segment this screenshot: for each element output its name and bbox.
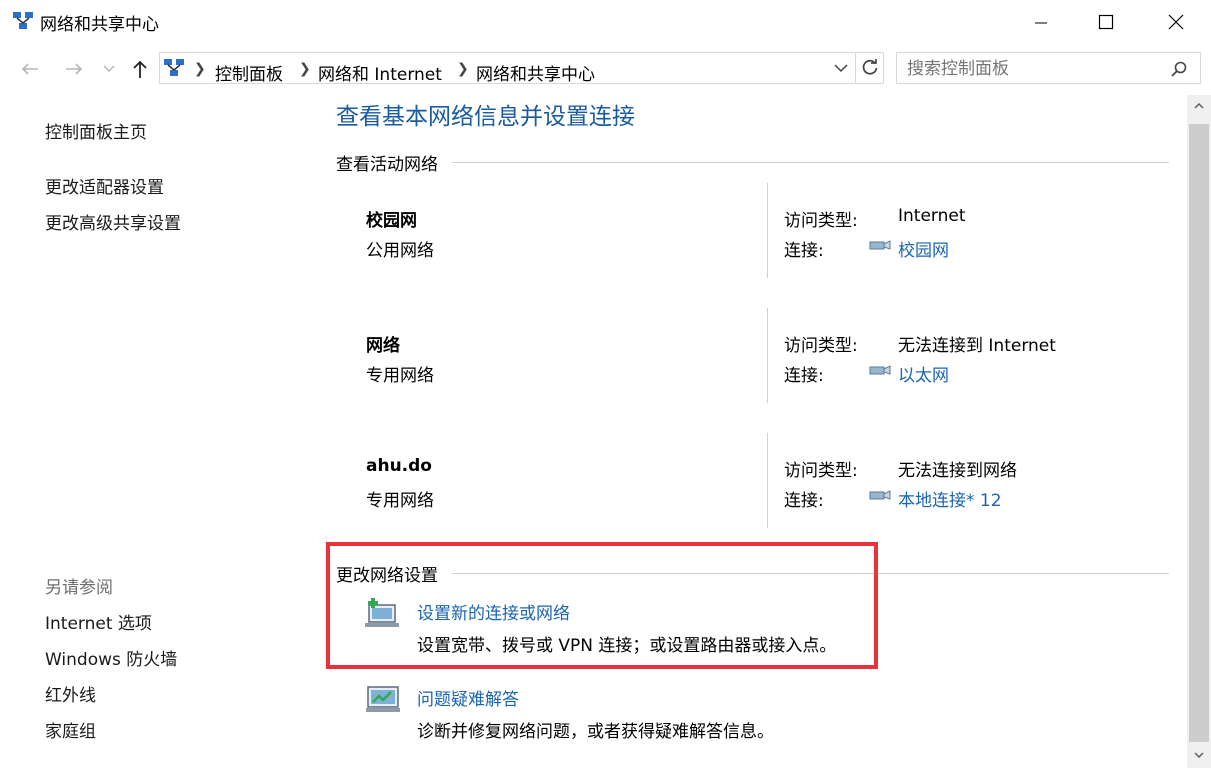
connection-link[interactable]: 本地连接* 12: [898, 486, 1002, 511]
breadcrumb-network-sharing-center[interactable]: 网络和共享中心: [476, 60, 595, 85]
sidebar-link-homegroup[interactable]: 家庭组: [45, 717, 96, 742]
network-name: 网络: [366, 336, 400, 356]
scroll-up-button[interactable]: [1187, 95, 1211, 117]
network-category: 公用网络: [366, 241, 434, 261]
sidebar-link-internet-options[interactable]: Internet 选项: [45, 609, 152, 634]
minimize-button[interactable]: [1006, 0, 1076, 44]
network-center-icon: [13, 12, 33, 29]
recent-dropdown-button[interactable]: [100, 56, 118, 82]
address-bar[interactable]: ❯ 控制面板 ❯ 网络和 Internet ❯ 网络和共享中心: [159, 52, 884, 85]
access-type-value: 无法连接到网络: [898, 461, 1017, 481]
maximize-button[interactable]: [1071, 0, 1141, 44]
breadcrumb-separator[interactable]: ❯: [194, 61, 206, 77]
sidebar-link-adapter-settings[interactable]: 更改适配器设置: [45, 173, 164, 198]
close-button[interactable]: [1141, 0, 1211, 44]
arrow-right-icon: [66, 63, 83, 75]
access-type-label: 访问类型:: [784, 211, 858, 231]
sidebar-link-advanced-sharing[interactable]: 更改高级共享设置: [45, 209, 181, 234]
search-input[interactable]: [905, 57, 1159, 81]
access-type-value: 无法连接到 Internet: [898, 336, 1056, 356]
scroll-down-button[interactable]: [1187, 744, 1211, 766]
troubleshoot-description: 诊断并修复网络问题，或者获得疑难解答信息。: [417, 722, 774, 742]
network-divider: [767, 433, 768, 528]
access-type-value: Internet: [898, 206, 966, 226]
connection-link[interactable]: 以太网: [898, 361, 949, 386]
network-category: 专用网络: [366, 366, 434, 386]
minimize-icon: [1035, 22, 1047, 24]
section-divider: [452, 162, 1169, 163]
scroll-thumb[interactable]: [1189, 124, 1209, 742]
network-name: ahu.do: [366, 456, 432, 476]
address-dropdown-button[interactable]: [830, 53, 852, 83]
highlight-box: [326, 542, 878, 669]
access-type-label: 访问类型:: [784, 336, 858, 356]
maximize-icon: [1098, 14, 1114, 30]
troubleshoot-icon: [366, 686, 400, 712]
breadcrumb-network-internet[interactable]: 网络和 Internet: [318, 60, 442, 85]
title-bar: 网络和共享中心: [0, 0, 1211, 44]
chevron-down-icon: [834, 63, 848, 72]
arrow-left-icon: [21, 63, 38, 75]
network-name: 校园网: [366, 211, 417, 231]
connection-link[interactable]: 校园网: [898, 236, 949, 261]
ethernet-icon: [869, 365, 891, 375]
active-networks-heading: 查看活动网络: [336, 155, 438, 175]
network-divider: [767, 308, 768, 403]
search-box[interactable]: [896, 52, 1201, 84]
back-button[interactable]: [18, 56, 42, 82]
network-category: 专用网络: [366, 491, 434, 511]
sidebar-link-infrared[interactable]: 红外线: [45, 681, 96, 706]
refresh-button[interactable]: [855, 53, 884, 83]
breadcrumb-control-panel[interactable]: 控制面板: [215, 60, 283, 85]
sidebar-link-control-panel-home[interactable]: 控制面板主页: [45, 118, 147, 143]
access-type-label: 访问类型:: [784, 461, 858, 481]
page-title: 查看基本网络信息并设置连接: [336, 104, 635, 130]
sidebar-link-windows-firewall[interactable]: Windows 防火墙: [45, 645, 177, 670]
search-icon[interactable]: [1171, 61, 1187, 77]
arrow-up-icon: [133, 60, 147, 78]
network-divider: [767, 183, 768, 278]
ethernet-icon: [869, 240, 891, 250]
chevron-up-icon: [1194, 103, 1204, 109]
refresh-icon: [862, 59, 878, 75]
window-title: 网络和共享中心: [40, 15, 159, 35]
breadcrumb-separator[interactable]: ❯: [457, 61, 469, 77]
connection-label: 连接:: [784, 491, 824, 511]
see-also-heading: 另请参阅: [45, 578, 113, 598]
chevron-down-icon: [103, 65, 115, 72]
troubleshoot-link[interactable]: 问题疑难解答: [417, 685, 519, 710]
connection-label: 连接:: [784, 241, 824, 261]
control-panel-icon: [164, 59, 184, 76]
chevron-down-icon: [1194, 752, 1204, 758]
close-icon: [1168, 14, 1184, 30]
up-button[interactable]: [128, 56, 152, 82]
forward-button[interactable]: [62, 56, 86, 82]
ethernet-icon: [869, 490, 891, 500]
breadcrumb-separator[interactable]: ❯: [299, 61, 311, 77]
connection-label: 连接:: [784, 366, 824, 386]
